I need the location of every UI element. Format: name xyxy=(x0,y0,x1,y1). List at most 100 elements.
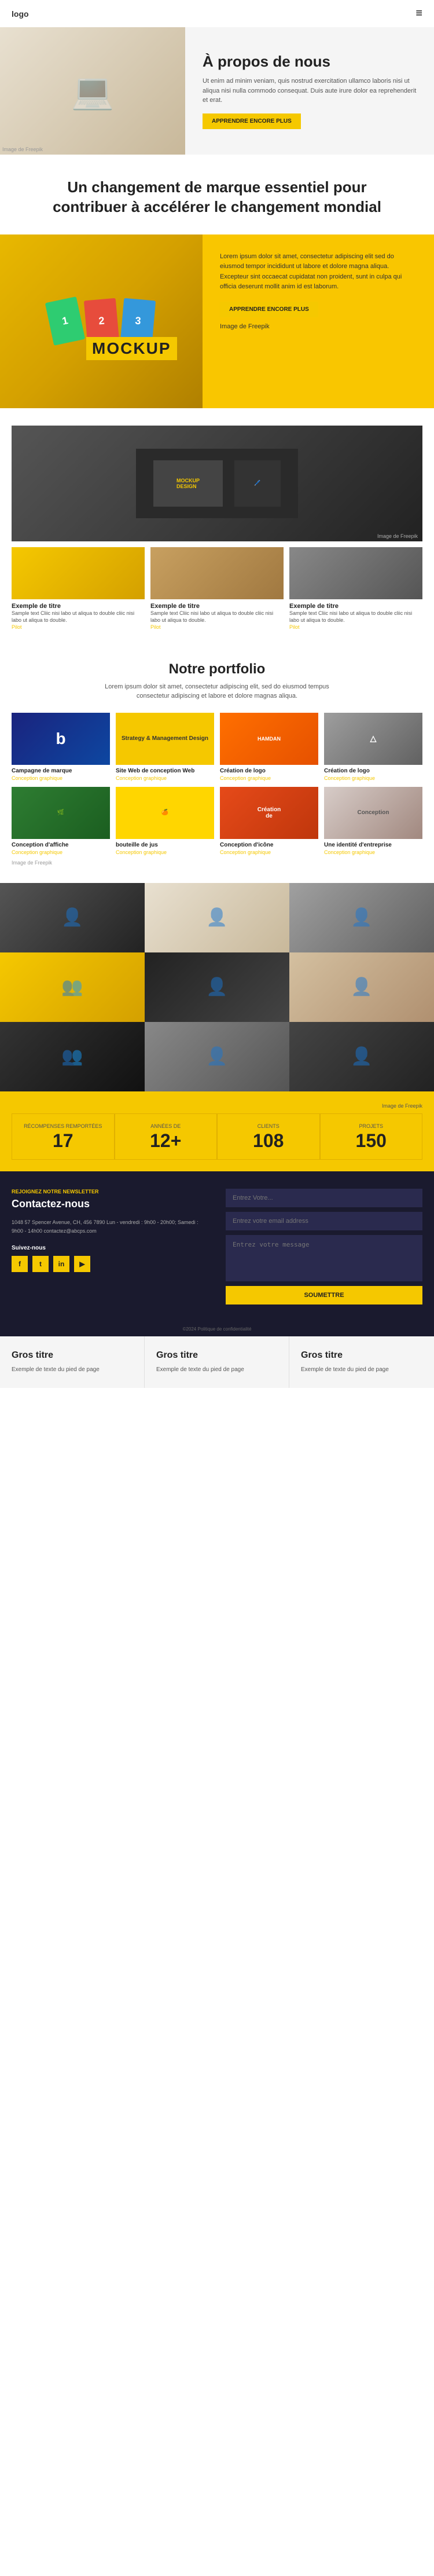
portfolio-title: Notre portfolio xyxy=(12,661,422,677)
hero-title: À propos de nous xyxy=(203,53,417,71)
portfolio-img-3: △ xyxy=(324,713,422,765)
mockup-image: 1 2 3 MOCKUP xyxy=(0,234,203,408)
portfolio-image-credit: Image de Freepik xyxy=(12,860,422,866)
hero-cta-button[interactable]: APPRENDRE ENCORE PLUS xyxy=(203,113,301,129)
stat-item-3: PROJETS 150 xyxy=(320,1113,423,1160)
hero-description: Ut enim ad minim veniam, quis nostrud ex… xyxy=(203,76,417,105)
portfolio-img-4: 🌿 xyxy=(12,787,110,839)
contact-footer-note: ©2024 Politique de confidentialité xyxy=(0,1322,434,1336)
portfolio-item-2: HAMDAN Création de logo Conception graph… xyxy=(220,713,318,781)
portfolio-item-3: △ Création de logo Conception graphique xyxy=(324,713,422,781)
social-label: Suivez-nous xyxy=(12,1245,208,1251)
portfolio-img-7: Conception xyxy=(324,787,422,839)
portfolio-sub-0: Conception graphique xyxy=(12,775,110,781)
footer-title-2: Gros titre xyxy=(301,1350,422,1361)
footer-title-1: Gros titre xyxy=(156,1350,277,1361)
portfolio-label-1: Site Web de conception Web xyxy=(116,765,214,775)
card-item-1: Exemple de titre Sample text Cliic nisi … xyxy=(12,547,145,633)
cards-image-credit: Image de Freepik xyxy=(377,533,418,539)
portfolio-item-7: Conception Une identité d'entreprise Con… xyxy=(324,787,422,855)
card-title-2: Exemple de titre xyxy=(150,603,284,610)
mockup-content: Lorem ipsum dolor sit amet, consectetur … xyxy=(203,234,434,408)
card-sub-3: Pilot xyxy=(289,624,422,630)
stat-item-0: RÉCOMPENSES REMPORTÉES 17 xyxy=(12,1113,115,1160)
portfolio-sub-6: Conception graphique xyxy=(220,849,318,855)
portfolio-img-5: 🍊 xyxy=(116,787,214,839)
photo-cell-3: 👤 xyxy=(289,883,434,952)
hamburger-icon[interactable]: ≡ xyxy=(415,7,422,20)
contact-section: REJOIGNEZ NOTRE NEWSLETTER Contactez-nou… xyxy=(0,1171,434,1322)
newsletter-label: REJOIGNEZ NOTRE NEWSLETTER xyxy=(12,1189,208,1194)
navbar: logo ≡ xyxy=(0,0,434,27)
facebook-icon[interactable]: f xyxy=(12,1256,28,1272)
portfolio-label-0: Campagne de marque xyxy=(12,765,110,775)
stat-value-0: 17 xyxy=(18,1131,108,1150)
stats-section: Image de Freepik RÉCOMPENSES REMPORTÉES … xyxy=(0,1091,434,1171)
photo-cell-6: 👤 xyxy=(289,952,434,1022)
photo-cell-4: 👥 xyxy=(0,952,145,1022)
photo-cell-5: 👤 xyxy=(145,952,289,1022)
stat-label-1: ANNÉES DE xyxy=(121,1123,211,1129)
portfolio-label-7: Une identité d'entreprise xyxy=(324,839,422,849)
card-desc-1: Sample text Cliic nisi labo ut aliqua to… xyxy=(12,610,145,624)
portfolio-sub-5: Conception graphique xyxy=(116,849,214,855)
contact-email-input[interactable] xyxy=(226,1212,422,1230)
portfolio-label-3: Création de logo xyxy=(324,765,422,775)
hero-image-credit: Image de Freepik xyxy=(2,146,43,152)
card-item-3: Exemple de titre Sample text Cliic nisi … xyxy=(289,547,422,633)
footer-text-1: Exemple de texte du pied de page xyxy=(156,1365,277,1374)
card-desc-2: Sample text Cliic nisi labo ut aliqua to… xyxy=(150,610,284,624)
cards-section: mockupdesign 🖊️ Image de Freepik Exemple… xyxy=(0,408,434,644)
brand-heading: Un changement de marque essentiel pour c… xyxy=(35,178,399,217)
stats-image-credit: Image de Freepik xyxy=(12,1103,422,1109)
linkedin-icon[interactable]: in xyxy=(53,1256,69,1272)
footer-item-0: Gros titre Exemple de texte du pied de p… xyxy=(0,1336,145,1388)
portfolio-label-4: Conception d'affiche xyxy=(12,839,110,849)
hero-content: À propos de nous Ut enim ad minim veniam… xyxy=(185,35,434,146)
portfolio-sub-2: Conception graphique xyxy=(220,775,318,781)
brand-section-heading: Un changement de marque essentiel pour c… xyxy=(0,155,434,234)
portfolio-label-2: Création de logo xyxy=(220,765,318,775)
card-title-3: Exemple de titre xyxy=(289,603,422,610)
contact-submit-button[interactable]: SOUMETTRE xyxy=(226,1286,422,1305)
portfolio-grid: b Campagne de marque Conception graphiqu… xyxy=(12,713,422,855)
footer-text-2: Exemple de texte du pied de page xyxy=(301,1365,422,1374)
stat-value-3: 150 xyxy=(326,1131,417,1150)
stat-label-2: CLIENTS xyxy=(223,1123,314,1129)
twitter-icon[interactable]: t xyxy=(32,1256,49,1272)
card-desc-3: Sample text Cliic nisi labo ut aliqua to… xyxy=(289,610,422,624)
portfolio-sub-4: Conception graphique xyxy=(12,849,110,855)
mockup-cta-button[interactable]: APPRENDRE ENCORE PLUS xyxy=(220,302,318,317)
mockup-image-credit: Image de Freepik xyxy=(220,322,417,332)
portfolio-label-5: bouteille de jus xyxy=(116,839,214,849)
contact-address: 1048 57 Spencer Avenue, CH, 456 7890 Lun… xyxy=(12,1218,208,1236)
mockup-image-container: 1 2 3 MOCKUP xyxy=(0,234,203,408)
contact-info-panel: REJOIGNEZ NOTRE NEWSLETTER Contactez-nou… xyxy=(12,1189,208,1305)
logo: logo xyxy=(12,9,29,19)
stat-item-1: ANNÉES DE 12+ xyxy=(115,1113,218,1160)
portfolio-description: Lorem ipsum dolor sit amet, consectetur … xyxy=(101,682,333,701)
photo-cell-2: 👤 xyxy=(145,883,289,952)
portfolio-img-0: b xyxy=(12,713,110,765)
portfolio-sub-3: Conception graphique xyxy=(324,775,422,781)
portfolio-item-4: 🌿 Conception d'affiche Conception graphi… xyxy=(12,787,110,855)
youtube-icon[interactable]: ▶ xyxy=(74,1256,90,1272)
portfolio-item-6: Créationde Conception d'icône Conception… xyxy=(220,787,318,855)
portfolio-header: Notre portfolio Lorem ipsum dolor sit am… xyxy=(12,661,422,701)
mockup-section: 1 2 3 MOCKUP Lorem ipsum dolor sit amet,… xyxy=(0,234,434,408)
footer-item-2: Gros titre Exemple de texte du pied de p… xyxy=(289,1336,434,1388)
hero-section: 💻 Image de Freepik À propos de nous Ut e… xyxy=(0,27,434,155)
contact-name-input[interactable] xyxy=(226,1189,422,1207)
portfolio-item-5: 🍊 bouteille de jus Conception graphique xyxy=(116,787,214,855)
photo-cell-7: 👥 xyxy=(0,1022,145,1091)
portfolio-section: Notre portfolio Lorem ipsum dolor sit am… xyxy=(0,644,434,883)
portfolio-item-0: b Campagne de marque Conception graphiqu… xyxy=(12,713,110,781)
photo-cell-8: 👤 xyxy=(145,1022,289,1091)
portfolio-img-2: HAMDAN xyxy=(220,713,318,765)
photo-grid-section: 👤 👤 👤 👥 👤 👤 xyxy=(0,883,434,1091)
stat-item-2: CLIENTS 108 xyxy=(217,1113,320,1160)
contact-message-input[interactable] xyxy=(226,1235,422,1281)
footer-title-0: Gros titre xyxy=(12,1350,133,1361)
card-sub-1: Pilot xyxy=(12,624,145,630)
portfolio-sub-1: Conception graphique xyxy=(116,775,214,781)
